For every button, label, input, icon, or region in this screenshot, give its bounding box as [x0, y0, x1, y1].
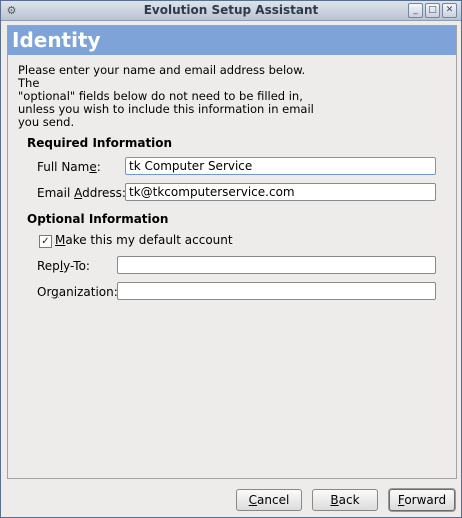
- full-name-input[interactable]: [125, 157, 436, 175]
- intro-text: Please enter your name and email address…: [18, 63, 314, 129]
- reply-to-input[interactable]: [117, 256, 436, 274]
- required-section-title: Required Information: [27, 136, 173, 150]
- reply-to-label: Reply-To:: [37, 259, 90, 273]
- email-address-input[interactable]: [125, 183, 436, 201]
- setup-assistant-window: ⚙ Evolution Setup Assistant _ □ ✕ Identi…: [0, 0, 462, 518]
- forward-button[interactable]: Forward: [389, 489, 455, 511]
- maximize-icon[interactable]: □: [425, 3, 440, 18]
- close-icon[interactable]: ✕: [442, 3, 457, 18]
- window-title: Evolution Setup Assistant: [143, 3, 319, 17]
- title-bar[interactable]: ⚙ Evolution Setup Assistant _ □ ✕: [1, 1, 461, 21]
- full-name-label: Full Name:: [37, 160, 101, 174]
- default-account-checkbox[interactable]: ✓: [39, 235, 52, 248]
- email-address-label: Email Address:: [37, 186, 126, 200]
- default-account-label[interactable]: Make this my default account: [55, 233, 233, 247]
- optional-section-title: Optional Information: [27, 212, 169, 226]
- organization-label: Organization:: [37, 285, 118, 299]
- checkmark-icon: ✓: [41, 236, 50, 247]
- minimize-icon[interactable]: _: [408, 3, 423, 18]
- assistant-page: Identity Please enter your name and emai…: [7, 25, 457, 479]
- cancel-button[interactable]: Cancel: [236, 489, 302, 511]
- page-title: Identity: [12, 28, 101, 52]
- organization-input[interactable]: [117, 282, 436, 300]
- back-button[interactable]: Back: [312, 489, 378, 511]
- page-header: Identity: [8, 26, 456, 55]
